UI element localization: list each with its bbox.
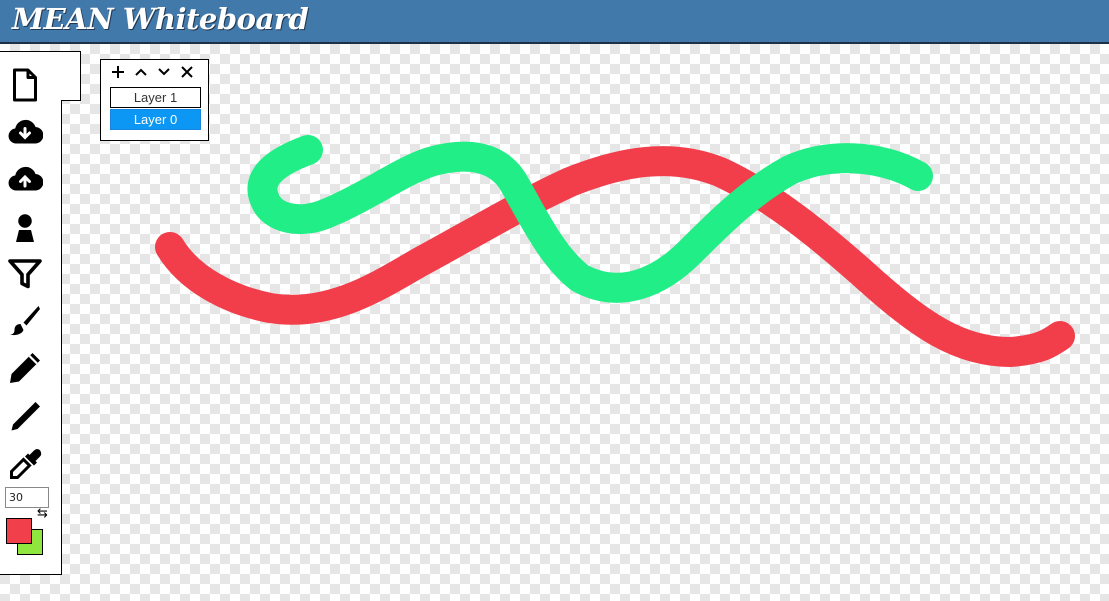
plus-icon [112,66,124,78]
add-layer-button[interactable] [110,63,126,81]
upload-button[interactable] [5,160,45,200]
new-document-icon [13,68,37,102]
eyedropper-icon [10,449,42,479]
cloud-download-icon [8,119,43,144]
title-bar: MEAN Whiteboard [0,0,1109,44]
layer-controls [110,63,195,81]
paintbrush-tool-button[interactable] [5,301,45,341]
move-layer-up-button[interactable] [133,63,149,81]
fill-tool-button[interactable] [5,253,45,293]
move-layer-down-button[interactable] [156,63,172,81]
close-icon [181,66,193,78]
cloud-upload-icon [8,166,43,191]
layers-panel: Layer 1 Layer 0 [100,59,209,141]
pen-icon [11,402,40,431]
pencil-tool-button[interactable] [5,348,45,388]
paintbrush-icon [10,306,40,336]
eyedropper-tool-button[interactable] [5,444,45,484]
brush-size-input[interactable] [5,487,49,508]
delete-layer-button[interactable] [179,63,195,81]
chevron-up-icon [135,68,147,76]
user-icon [16,214,34,242]
chevron-down-icon [158,68,170,76]
app-title: MEAN Whiteboard [12,2,309,36]
download-button[interactable] [5,113,45,153]
pencil-icon [10,353,40,383]
swap-arrows-icon[interactable]: ⇆ [37,507,48,520]
new-document-button[interactable] [5,65,45,105]
layer-item[interactable]: Layer 1 [110,87,201,108]
pen-tool-button[interactable] [5,397,45,437]
toolbar-tab [61,51,81,101]
fill-icon [8,259,42,289]
user-button[interactable] [5,207,45,247]
primary-color-swatch[interactable] [6,518,32,544]
layer-item-selected[interactable]: Layer 0 [110,109,201,130]
